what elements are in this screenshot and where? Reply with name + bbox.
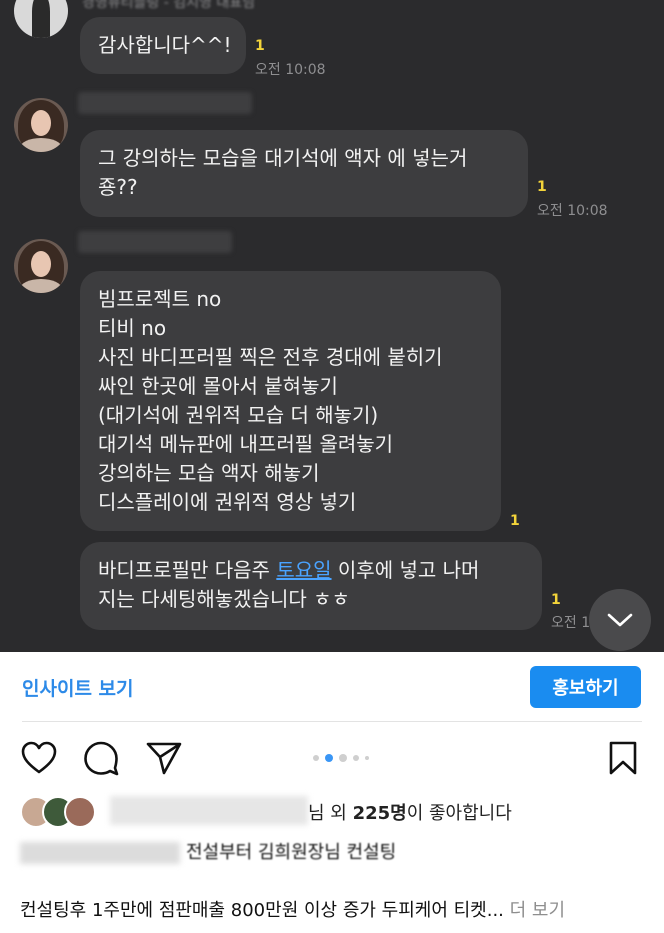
sender-avatar[interactable] xyxy=(14,0,68,38)
message-text: 죵?? xyxy=(98,175,138,199)
message-text: 티비 no xyxy=(98,316,167,340)
chat-area: 경영뷰티블링 - 김지영 대표님 감사합니다^^! 1 오전 10:08 그 강… xyxy=(0,0,664,652)
message-text-part: 이후에 넣고 나머 xyxy=(331,558,480,582)
carousel-dot xyxy=(353,755,359,761)
message-text-part: 바디프로필만 다음주 xyxy=(98,558,277,582)
message-bubble[interactable]: 그 강의하는 모습을 대기석에 액자 에 넣는거 죵?? xyxy=(80,130,528,217)
heart-icon[interactable] xyxy=(20,740,58,776)
liker-name-hidden xyxy=(110,796,308,825)
date-link[interactable]: 토요일 xyxy=(276,558,331,582)
more-link[interactable]: 더 보기 xyxy=(510,900,565,921)
chevron-down-icon xyxy=(607,613,633,627)
caption-row: 전설부터 김희원장님 컨설팅 xyxy=(20,838,396,864)
unread-count: 1 xyxy=(255,38,265,54)
message-bubble[interactable]: 감사합니다^^! xyxy=(80,17,246,74)
sender-avatar[interactable] xyxy=(14,98,68,152)
message-text: (대기석에 권위적 모습 더 해놓기) xyxy=(98,403,379,427)
carousel-dot xyxy=(313,755,319,761)
message-text: 대기석 메뉴판에 내프러필 올려놓기 xyxy=(98,432,394,456)
unread-count: 1 xyxy=(537,179,547,195)
carousel-dot-active xyxy=(325,754,333,762)
message-text: 디스플레이에 권위적 영상 넣기 xyxy=(98,490,357,514)
message-bubble[interactable]: 바디프로필만 다음주 토요일 이후에 넣고 나머 지는 다세팅해놓겠습니다 ㅎㅎ xyxy=(80,542,542,630)
message-time: 오전 1 xyxy=(551,615,591,631)
likes-count: 225명 xyxy=(352,803,407,824)
insight-link[interactable]: 인사이트 보기 xyxy=(22,674,134,701)
message-text: 강의하는 모습 액자 해놓기 xyxy=(98,461,320,485)
likes-suffix: 님 외 xyxy=(308,803,353,824)
likes-row[interactable]: 님 외 225명이 좋아합니다 xyxy=(20,796,650,828)
unread-count: 1 xyxy=(551,592,561,608)
carousel-indicator xyxy=(313,754,369,762)
message-text: 사진 바디프러필 찍은 전후 경대에 붙히기 xyxy=(98,345,443,369)
promote-button[interactable]: 홍보하기 xyxy=(530,666,641,708)
message-time: 오전 10:08 xyxy=(537,203,608,219)
message-bubble[interactable]: 빔프로젝트 no 티비 no 사진 바디프러필 찍은 전후 경대에 붙히기 싸인… xyxy=(80,271,501,531)
message-text: 싸인 한곳에 몰아서 붙혀놓기 xyxy=(98,374,338,398)
divider xyxy=(22,721,642,722)
description-text: 컨설팅후 1주만에 점판매출 800만원 이상 증가 두피케어 티켓... xyxy=(20,900,504,921)
message-text: 감사합니다^^! xyxy=(98,33,232,57)
message-text: 바디프로필만 다음주 토요일 이후에 넣고 나머 xyxy=(98,556,524,585)
unread-count: 1 xyxy=(510,513,520,529)
likes-text: 님 외 225명이 좋아합니다 xyxy=(308,799,512,825)
liker-avatar xyxy=(64,796,96,828)
carousel-dot xyxy=(365,756,369,760)
account-name-hidden[interactable] xyxy=(20,842,180,864)
message-text: 지는 다세팅해놓겠습니다 ㅎㅎ xyxy=(98,587,350,611)
caption-title: 전설부터 김희원장님 컨설팅 xyxy=(186,842,397,863)
sender-name-hidden xyxy=(78,231,232,253)
scroll-down-button[interactable] xyxy=(589,589,651,651)
comment-icon[interactable] xyxy=(82,740,120,776)
sender-name: 경영뷰티블링 - 김지영 대표님 xyxy=(82,0,255,11)
share-icon[interactable] xyxy=(145,740,183,776)
message-time: 오전 10:08 xyxy=(255,62,326,78)
post-description: 컨설팅후 1주만에 점판매출 800만원 이상 증가 두피케어 티켓... 더 … xyxy=(20,896,565,922)
message-text: 그 강의하는 모습을 대기석에 액자 에 넣는거 xyxy=(98,146,468,170)
likes-tail: 이 좋아합니다 xyxy=(406,803,512,824)
sender-name-hidden xyxy=(78,92,252,114)
carousel-dot xyxy=(339,754,347,762)
message-text: 빔프로젝트 no xyxy=(98,287,222,311)
sender-avatar[interactable] xyxy=(14,239,68,293)
bookmark-icon[interactable] xyxy=(606,740,640,776)
